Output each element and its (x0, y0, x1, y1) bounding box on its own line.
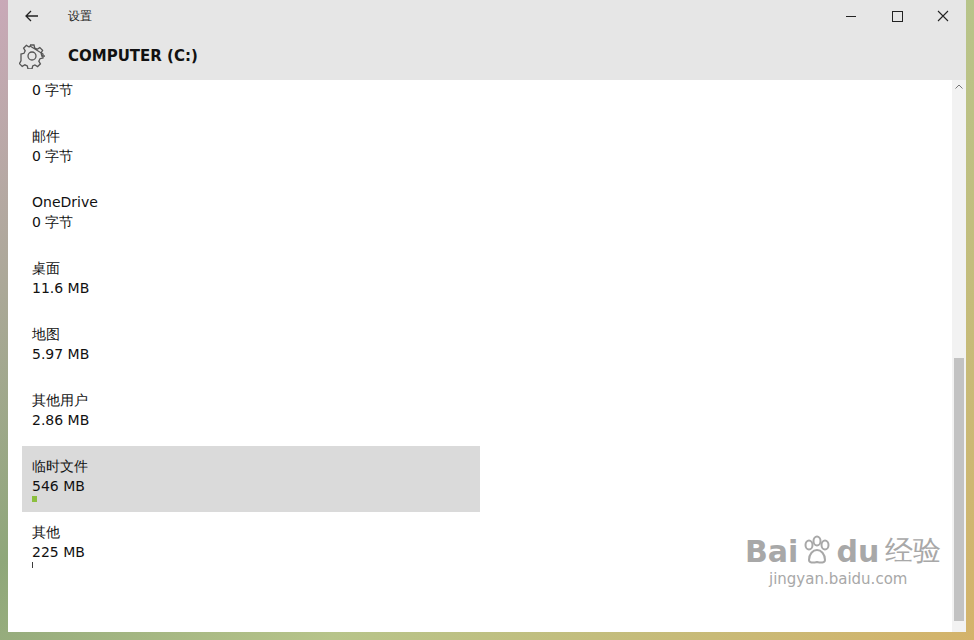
item-size: 546 MB (32, 476, 470, 496)
item-label: 临时文件 (32, 456, 470, 476)
usage-fill (32, 496, 37, 502)
item-size: 5.97 MB (32, 344, 470, 364)
scrollbar[interactable] (952, 80, 966, 632)
usage-fill (32, 562, 33, 568)
paw-icon (800, 534, 834, 568)
item-size: 2.86 MB (32, 410, 470, 430)
page-heading: COMPUTER (C:) (68, 47, 198, 65)
page-header: COMPUTER (C:) (8, 32, 966, 80)
item-label: 地图 (32, 324, 470, 344)
title-bar: 设置 (8, 0, 966, 32)
item-size: 0 字节 (32, 80, 470, 100)
item-label: OneDrive (32, 192, 470, 212)
item-size: 225 MB (32, 542, 470, 562)
gear-icon (19, 43, 45, 69)
storage-item[interactable]: OneDrive 0 字节 (22, 182, 480, 248)
storage-item[interactable]: 0 字节 (22, 80, 480, 116)
item-size: 0 字节 (32, 212, 470, 232)
desktop: 设置 COMPUTER (C:) 0 字节 邮件 0 字节 OneDrive 0… (0, 0, 974, 640)
scroll-up-icon[interactable] (952, 80, 966, 94)
storage-item[interactable]: 邮件 0 字节 (22, 116, 480, 182)
maximize-icon[interactable] (874, 0, 920, 32)
back-arrow-icon[interactable] (24, 8, 40, 24)
usage-bar (32, 496, 472, 502)
item-size: 11.6 MB (32, 278, 470, 298)
item-label: 邮件 (32, 126, 470, 146)
storage-item[interactable]: 其他用户 2.86 MB (22, 380, 480, 446)
usage-bar (32, 562, 472, 568)
storage-item[interactable]: 临时文件 546 MB (22, 446, 480, 512)
storage-item[interactable]: 桌面 11.6 MB (22, 248, 480, 314)
storage-item[interactable]: 地图 5.97 MB (22, 314, 480, 380)
item-label: 桌面 (32, 258, 470, 278)
item-label: 其他用户 (32, 390, 470, 410)
item-size: 0 字节 (32, 146, 470, 166)
storage-item[interactable]: 其他 225 MB (22, 512, 480, 578)
settings-window: 设置 COMPUTER (C:) 0 字节 邮件 0 字节 OneDrive 0… (8, 0, 966, 632)
close-icon[interactable] (920, 0, 966, 32)
scroll-thumb[interactable] (954, 358, 964, 622)
watermark: Bai du 经验 jingyan.baidu.com (745, 532, 941, 588)
window-title: 设置 (68, 8, 92, 25)
minimize-icon[interactable] (828, 0, 874, 32)
item-label: 其他 (32, 522, 470, 542)
